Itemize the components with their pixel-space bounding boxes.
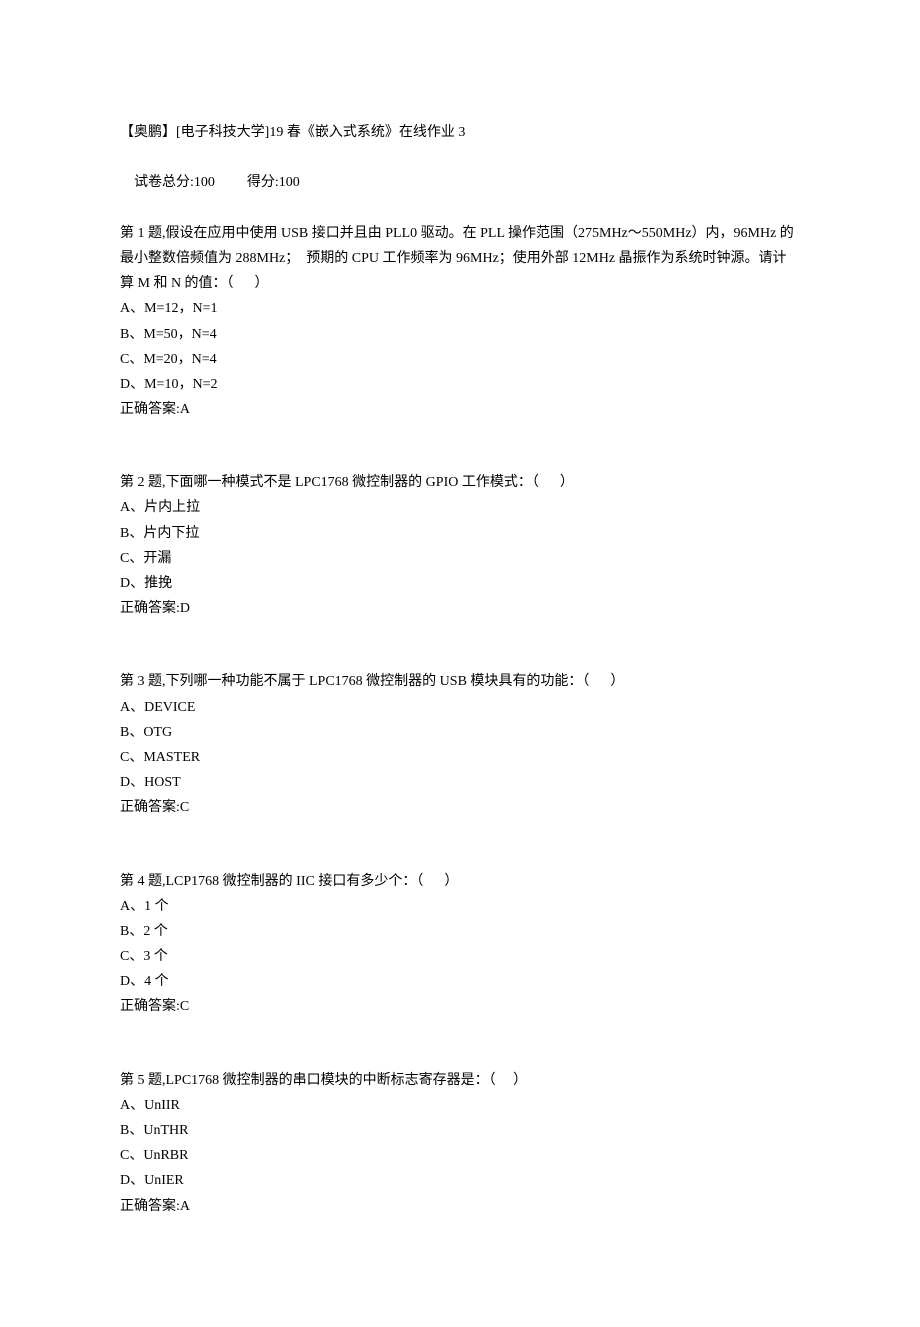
question-option: C、M=20，N=4 <box>120 347 800 372</box>
question-stem: 第 2 题,下面哪一种模式不是 LPC1768 微控制器的 GPIO 工作模式：… <box>120 470 800 495</box>
question-option: A、1 个 <box>120 894 800 919</box>
question-option: C、3 个 <box>120 944 800 969</box>
question-option: C、MASTER <box>120 745 800 770</box>
question-option: A、M=12，N=1 <box>120 296 800 321</box>
score-gain-value: 100 <box>279 175 300 190</box>
score-total-value: 100 <box>194 175 215 190</box>
question-stem: 第 3 题,下列哪一种功能不属于 LPC1768 微控制器的 USB 模块具有的… <box>120 669 800 694</box>
question-answer: 正确答案:C <box>120 994 800 1019</box>
question-option: C、UnRBR <box>120 1143 800 1168</box>
document-title: 【奥鹏】[电子科技大学]19 春《嵌入式系统》在线作业 3 <box>120 120 800 145</box>
question-option: D、4 个 <box>120 969 800 994</box>
question-option: A、DEVICE <box>120 695 800 720</box>
question-option: B、2 个 <box>120 919 800 944</box>
score-line: 试卷总分:100得分:100 <box>120 145 800 221</box>
question-option: B、UnTHR <box>120 1118 800 1143</box>
question-block: 第 5 题,LPC1768 微控制器的串口模块的中断标志寄存器是：（ ） A、U… <box>120 1068 800 1219</box>
question-block: 第 4 题,LCP1768 微控制器的 IIC 接口有多少个：（ ） A、1 个… <box>120 869 800 1020</box>
question-answer: 正确答案:A <box>120 397 800 422</box>
document-page: 【奥鹏】[电子科技大学]19 春《嵌入式系统》在线作业 3 试卷总分:100得分… <box>0 0 920 1327</box>
question-answer: 正确答案:C <box>120 795 800 820</box>
question-option: A、UnIIR <box>120 1093 800 1118</box>
question-block: 第 2 题,下面哪一种模式不是 LPC1768 微控制器的 GPIO 工作模式：… <box>120 470 800 621</box>
score-total-label: 试卷总分: <box>134 175 194 190</box>
question-option: C、开漏 <box>120 546 800 571</box>
question-option: B、片内下拉 <box>120 521 800 546</box>
question-option: D、M=10，N=2 <box>120 372 800 397</box>
question-option: D、UnIER <box>120 1168 800 1193</box>
question-answer: 正确答案:A <box>120 1194 800 1219</box>
question-block: 第 1 题,假设在应用中使用 USB 接口并且由 PLL0 驱动。在 PLL 操… <box>120 221 800 423</box>
question-stem: 第 1 题,假设在应用中使用 USB 接口并且由 PLL0 驱动。在 PLL 操… <box>120 221 800 297</box>
question-option: B、M=50，N=4 <box>120 322 800 347</box>
question-option: D、HOST <box>120 770 800 795</box>
question-option: B、OTG <box>120 720 800 745</box>
question-stem: 第 5 题,LPC1768 微控制器的串口模块的中断标志寄存器是：（ ） <box>120 1068 800 1093</box>
question-stem: 第 4 题,LCP1768 微控制器的 IIC 接口有多少个：（ ） <box>120 869 800 894</box>
question-block: 第 3 题,下列哪一种功能不属于 LPC1768 微控制器的 USB 模块具有的… <box>120 669 800 820</box>
score-gain-label: 得分: <box>247 175 279 190</box>
question-option: D、推挽 <box>120 571 800 596</box>
question-option: A、片内上拉 <box>120 495 800 520</box>
question-answer: 正确答案:D <box>120 596 800 621</box>
